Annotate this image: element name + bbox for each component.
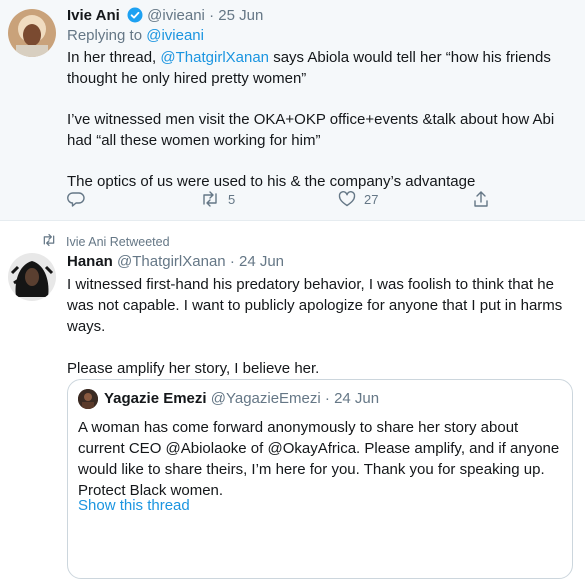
tweet-hanan[interactable]: Ivie Ani Retweeted Hanan @ThatgirlXanan … [0, 221, 585, 579]
like-button[interactable]: 27 [338, 190, 378, 208]
tweet-ivie-ani[interactable]: Ivie Ani @ivieani · 25 Jun Replying to @… [0, 0, 585, 221]
tweet-text: I witnessed first-hand his predatory beh… [67, 274, 569, 379]
timestamp[interactable]: 25 Jun [218, 7, 263, 24]
mention-link[interactable]: @ThatgirlXanan [160, 49, 269, 66]
retweet-icon [40, 233, 58, 250]
tweet-header: Hanan @ThatgirlXanan · 24 Jun [67, 252, 284, 272]
retweet-count: 5 [228, 191, 236, 207]
share-button[interactable] [472, 190, 490, 208]
tweet-paragraph: I witnessed first-hand his predatory beh… [67, 276, 563, 335]
display-name[interactable]: Hanan [67, 253, 113, 270]
reply-icon [67, 190, 85, 208]
quoted-display-name[interactable]: Yagazie Emezi [104, 389, 207, 409]
user-handle[interactable]: @ThatgirlXanan [117, 253, 226, 270]
retweet-note-text[interactable]: Ivie Ani Retweeted [66, 235, 170, 249]
quoted-tweet-text: A woman has come forward anonymously to … [78, 419, 560, 499]
quoted-tweet[interactable]: Yagazie Emezi @YagazieEmezi · 24 Jun A w… [67, 379, 573, 579]
reply-button[interactable] [67, 190, 85, 208]
tweet-text-part: In her thread, [67, 49, 161, 66]
avatar[interactable] [8, 9, 56, 57]
show-thread-link[interactable]: Show this thread [78, 497, 190, 514]
tweet-paragraph: The optics of us were used to his & the … [67, 173, 476, 190]
share-icon [472, 190, 490, 208]
like-count: 27 [364, 191, 379, 207]
separator: · [229, 253, 235, 270]
retweet-note: Ivie Ani Retweeted [40, 233, 170, 250]
display-name[interactable]: Ivie Ani [67, 7, 120, 24]
separator: · [209, 7, 215, 24]
replying-to: Replying to @ivieani [67, 26, 204, 46]
quoted-user-handle[interactable]: @YagazieEmezi [211, 389, 321, 409]
retweet-icon [200, 190, 220, 208]
tweet-text: In her thread, @ThatgirlXanan says Abiol… [67, 47, 569, 192]
separator: · [324, 390, 330, 407]
avatar[interactable] [8, 253, 56, 301]
tweet-paragraph: Please amplify her story, I believe her. [67, 360, 320, 377]
avatar[interactable] [78, 389, 98, 409]
quoted-tweet-header: Yagazie Emezi @YagazieEmezi · 24 Jun [78, 389, 379, 409]
retweet-button[interactable]: 5 [200, 190, 235, 208]
tweet-paragraph: I’ve witnessed men visit the OKA+OKP off… [67, 111, 555, 149]
replying-handle-link[interactable]: @ivieani [146, 27, 204, 44]
replying-label: Replying to [67, 27, 143, 44]
tweet-actions: 5 27 [67, 190, 507, 210]
quoted-timestamp[interactable]: 24 Jun [334, 389, 379, 409]
user-handle[interactable]: @ivieani [147, 7, 205, 24]
timestamp[interactable]: 24 Jun [239, 253, 284, 270]
heart-icon [338, 190, 356, 208]
